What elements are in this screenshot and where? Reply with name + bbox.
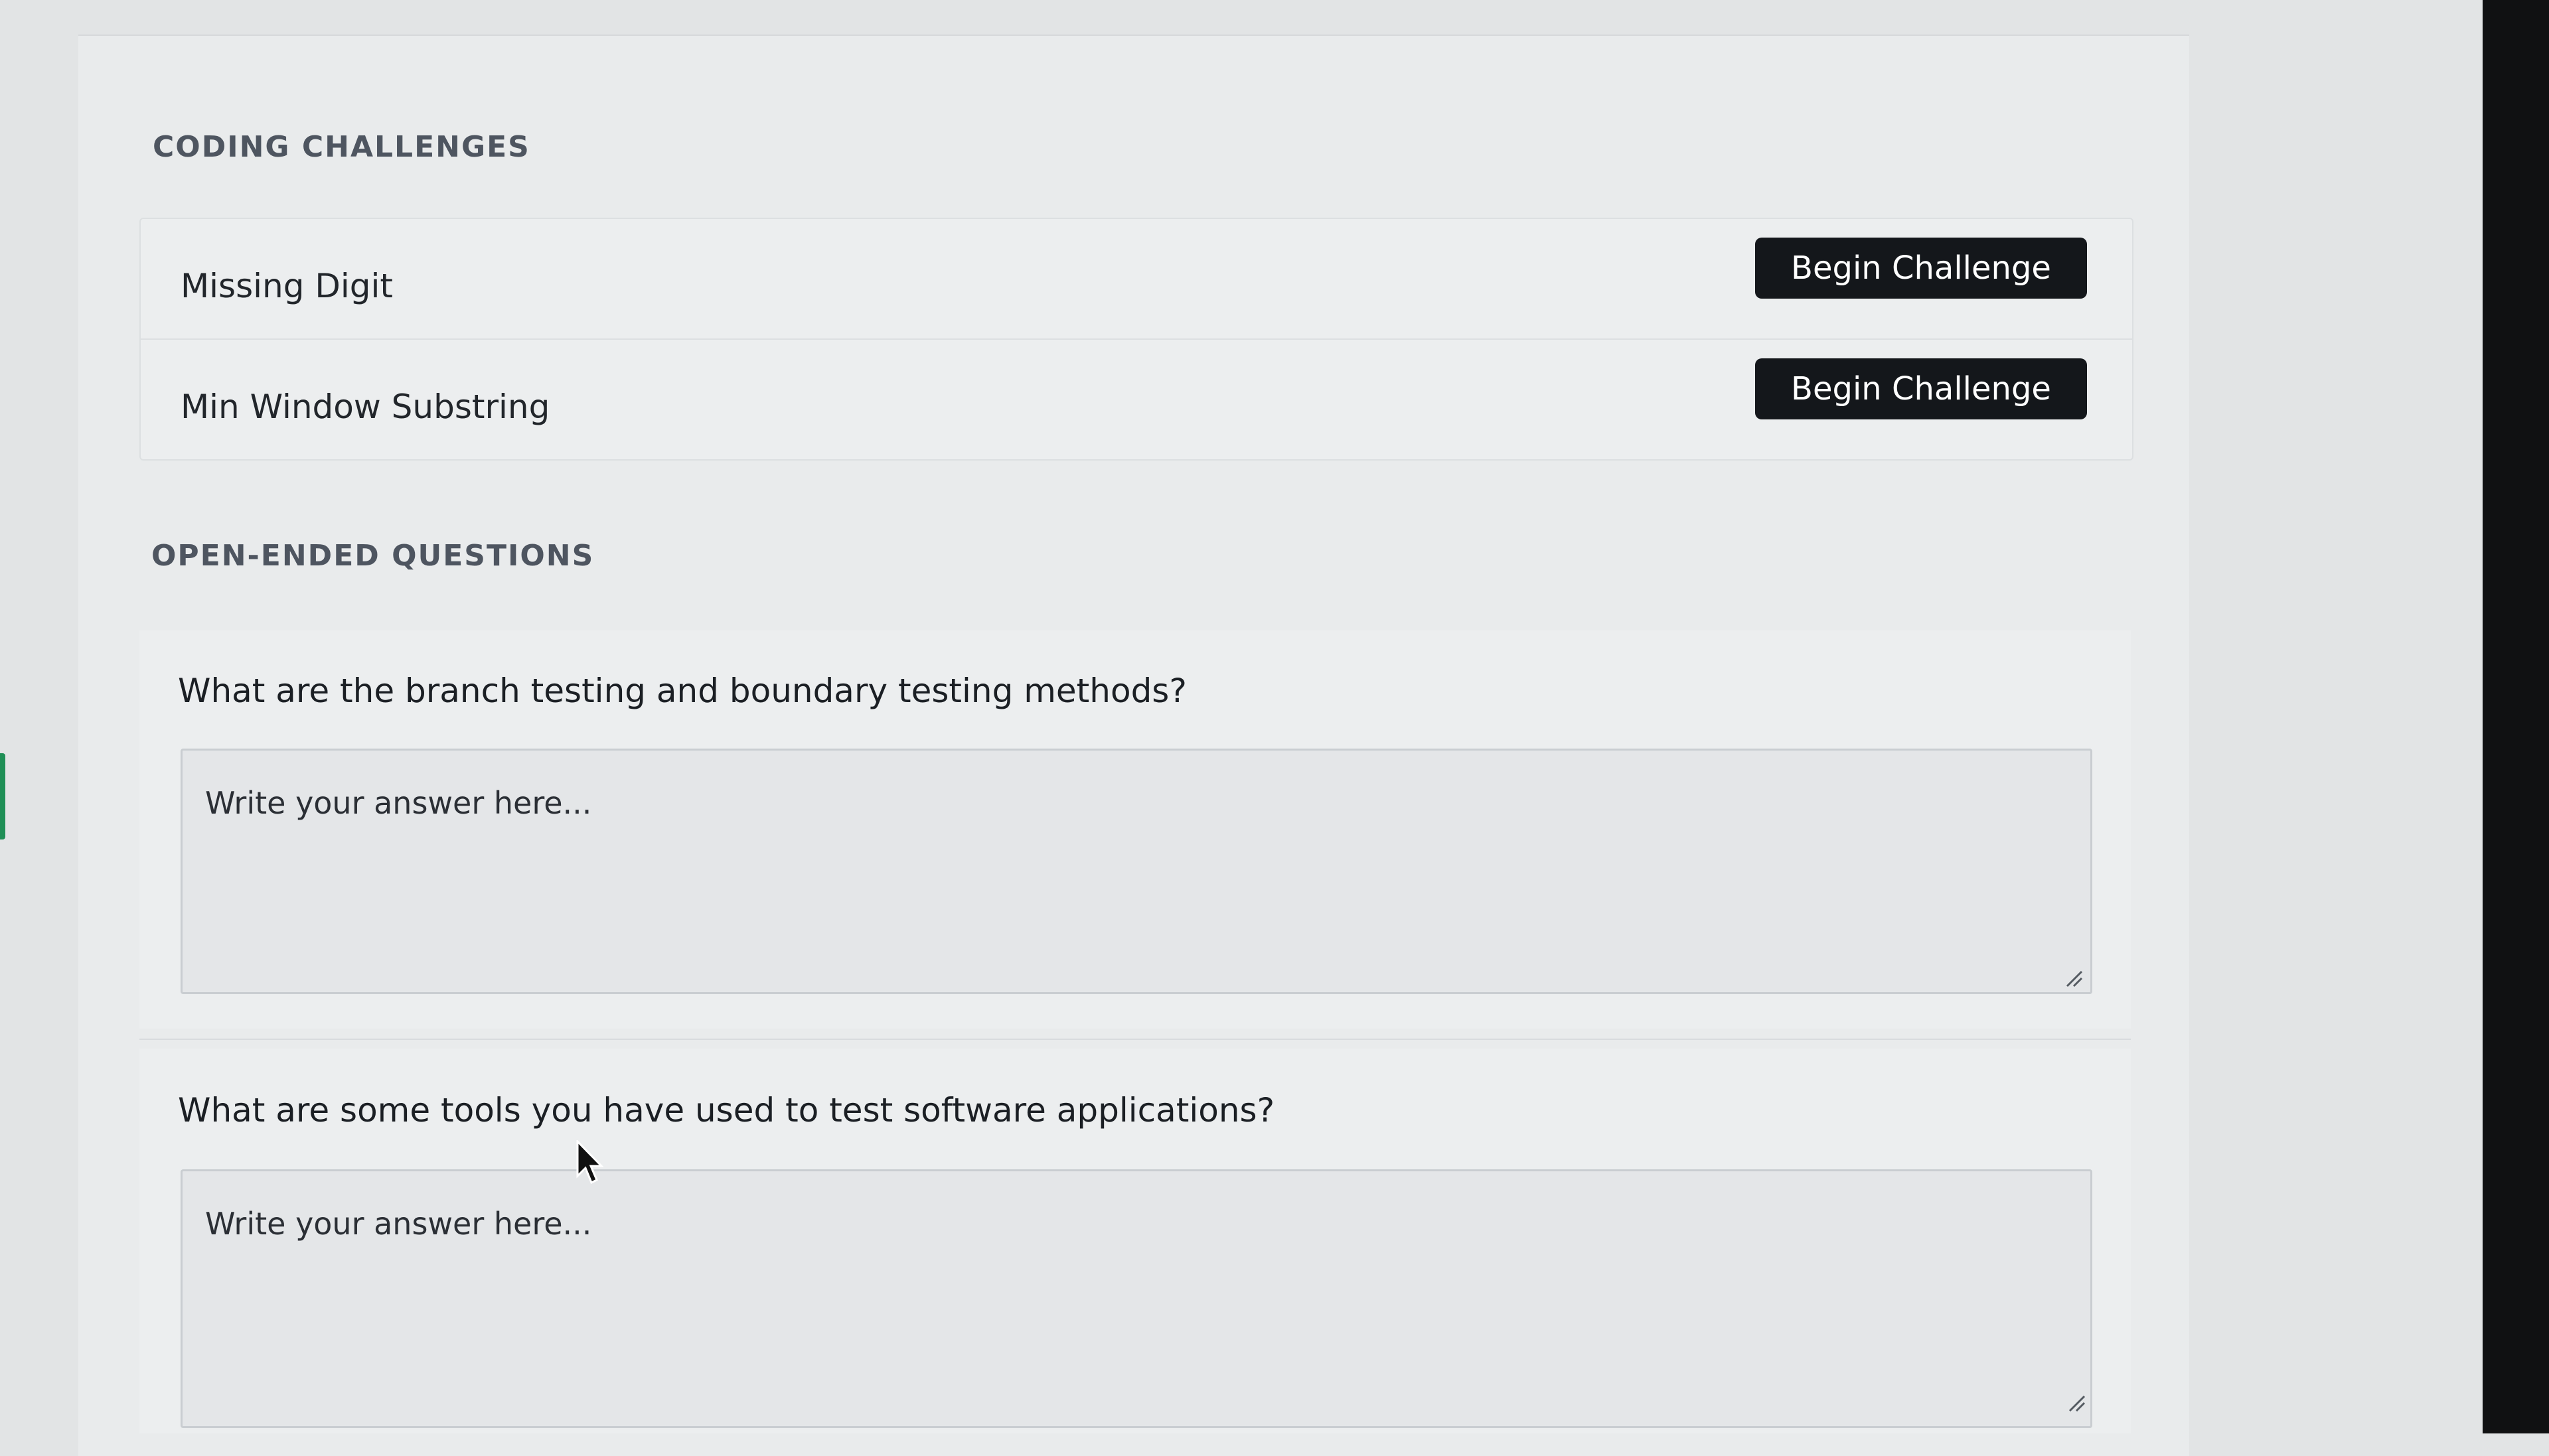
challenge-list: Missing Digit Begin Challenge Min Window… xyxy=(139,218,2133,461)
section-divider xyxy=(139,1039,2131,1040)
coding-challenges-heading: CODING CHALLENGES xyxy=(153,130,530,164)
question-text: What are the branch testing and boundary… xyxy=(178,672,1187,710)
answer-textarea[interactable] xyxy=(181,749,2092,994)
challenge-name: Min Window Substring xyxy=(181,388,550,426)
challenge-row-min-window-substring: Min Window Substring Begin Challenge xyxy=(141,340,2132,459)
mouse-cursor-icon xyxy=(576,1140,604,1185)
question-text: What are some tools you have used to tes… xyxy=(178,1091,1275,1129)
answer-textarea[interactable] xyxy=(181,1169,2092,1428)
open-ended-questions-heading: OPEN-ENDED QUESTIONS xyxy=(151,539,595,573)
question-block-2: What are some tools you have used to tes… xyxy=(139,1049,2131,1433)
screen-bezel xyxy=(2483,0,2549,1433)
resize-handle-icon[interactable] xyxy=(2067,1394,2086,1412)
question-block-1: What are the branch testing and boundary… xyxy=(139,630,2131,1029)
resize-handle-icon[interactable] xyxy=(2064,969,2083,987)
begin-challenge-button[interactable]: Begin Challenge xyxy=(1755,358,2087,419)
challenge-name: Missing Digit xyxy=(181,267,393,305)
challenge-row-missing-digit: Missing Digit Begin Challenge xyxy=(141,219,2132,340)
begin-challenge-button[interactable]: Begin Challenge xyxy=(1755,238,2087,299)
left-edge-accent xyxy=(0,753,5,839)
